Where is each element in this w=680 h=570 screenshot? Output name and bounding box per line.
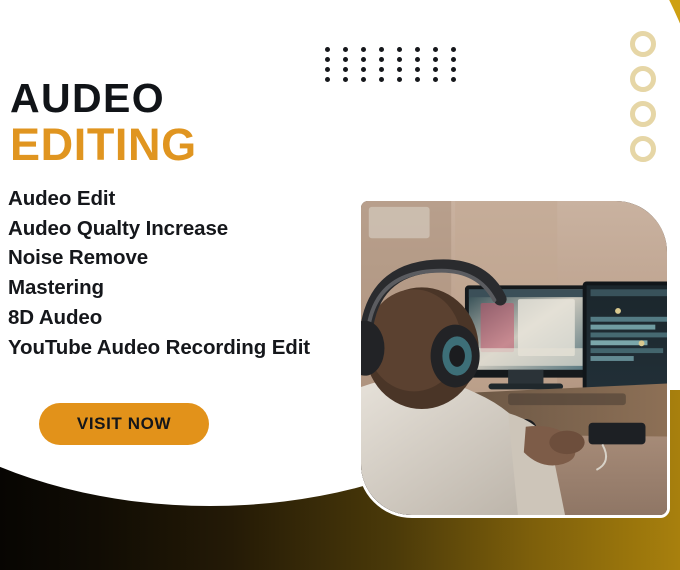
grid-dot bbox=[343, 77, 348, 82]
grid-dot bbox=[397, 47, 402, 52]
grid-dot bbox=[433, 77, 438, 82]
page-title: AUDEO EDITING bbox=[10, 75, 197, 171]
grid-dot bbox=[415, 47, 420, 52]
headline-line-1: AUDEO bbox=[10, 75, 166, 121]
service-list-item: 8D Audeo bbox=[8, 305, 103, 329]
grid-dot bbox=[325, 47, 330, 52]
grid-dot bbox=[415, 77, 420, 82]
grid-dot bbox=[415, 67, 420, 72]
grid-dot bbox=[379, 47, 384, 52]
grid-dot bbox=[325, 57, 330, 62]
grid-dot bbox=[361, 47, 366, 52]
service-list-item: Audeo Edit bbox=[8, 187, 116, 210]
grid-dot bbox=[379, 77, 384, 82]
dot-grid-decoration bbox=[325, 47, 469, 87]
studio-photo-image bbox=[361, 201, 667, 515]
grid-dot bbox=[397, 57, 402, 62]
grid-dot bbox=[361, 57, 366, 62]
decorative-ring bbox=[630, 136, 656, 162]
grid-dot bbox=[415, 57, 420, 62]
grid-dot bbox=[451, 67, 456, 72]
decorative-ring bbox=[630, 101, 656, 127]
grid-dot bbox=[343, 67, 348, 72]
grid-dot bbox=[379, 57, 384, 62]
grid-dot bbox=[325, 77, 330, 82]
grid-dot bbox=[451, 57, 456, 62]
service-list-item: YouTube Audeo Recording Edit bbox=[8, 335, 311, 359]
service-list-item: Noise Remove bbox=[8, 246, 149, 270]
grid-dot bbox=[451, 77, 456, 82]
ring-stack-decoration bbox=[630, 31, 656, 162]
headline-line-2: EDITING bbox=[10, 119, 197, 171]
studio-photo-card bbox=[358, 198, 670, 518]
grid-dot bbox=[379, 67, 384, 72]
poster-canvas: AUDEO EDITING Audeo Edit Audeo Qualty Inc… bbox=[0, 0, 680, 570]
grid-dot bbox=[451, 47, 456, 52]
grid-dot bbox=[361, 67, 366, 72]
grid-dot bbox=[433, 47, 438, 52]
grid-dot bbox=[433, 57, 438, 62]
grid-dot bbox=[343, 47, 348, 52]
service-list-item: Audeo Qualty Increase bbox=[8, 216, 229, 240]
decorative-ring bbox=[630, 66, 656, 92]
grid-dot bbox=[325, 67, 330, 72]
grid-dot bbox=[361, 77, 366, 82]
grid-dot bbox=[397, 77, 402, 82]
grid-dot bbox=[343, 57, 348, 62]
grid-dot bbox=[397, 67, 402, 72]
service-list-item: Mastering bbox=[8, 276, 104, 300]
grid-dot bbox=[433, 67, 438, 72]
visit-now-button[interactable]: VISIT NOW bbox=[39, 403, 209, 445]
decorative-ring bbox=[630, 31, 656, 57]
service-list: Audeo Edit Audeo Qualty Increase Noise Rem… bbox=[8, 184, 310, 362]
